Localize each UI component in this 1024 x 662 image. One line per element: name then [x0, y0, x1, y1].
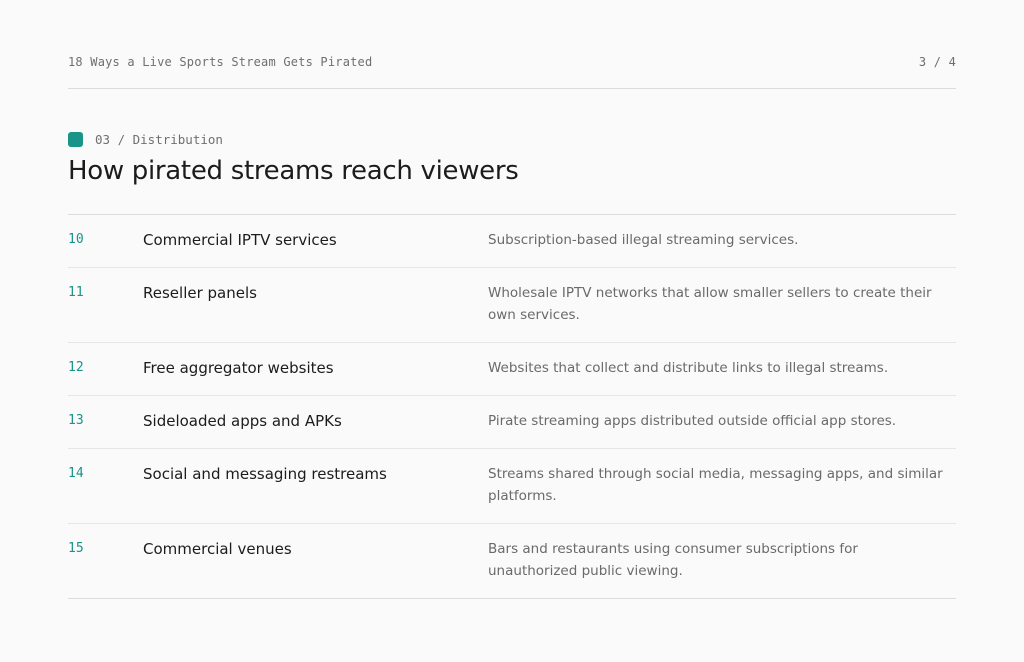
- row-name: Social and messaging restreams: [143, 465, 387, 483]
- row-name: Commercial venues: [143, 540, 292, 558]
- header-divider: [68, 88, 956, 89]
- row-description: Subscription-based illegal streaming ser…: [488, 232, 799, 248]
- table-row: 13 Sideloaded apps and APKs Pirate strea…: [68, 396, 956, 449]
- row-description: Websites that collect and distribute lin…: [488, 360, 889, 376]
- row-name: Reseller panels: [143, 284, 257, 302]
- section-tag: 03 / Distribution: [68, 131, 223, 147]
- row-name: Commercial IPTV services: [143, 231, 337, 249]
- table-row: 11 Reseller panels Wholesale IPTV networ…: [68, 268, 956, 343]
- row-description: Pirate streaming apps distributed outsid…: [488, 413, 897, 429]
- top-bar: 18 Ways a Live Sports Stream Gets Pirate…: [68, 55, 956, 73]
- section-label: 03 / Distribution: [95, 131, 223, 147]
- row-number: 15: [68, 541, 84, 556]
- table-row: 14 Social and messaging restreams Stream…: [68, 449, 956, 524]
- row-description: Bars and restaurants using consumer subs…: [488, 541, 858, 579]
- row-number: 10: [68, 232, 84, 247]
- document-title: 18 Ways a Live Sports Stream Gets Pirate…: [68, 55, 373, 69]
- row-name: Sideloaded apps and APKs: [143, 412, 342, 430]
- row-number: 12: [68, 360, 84, 375]
- row-number: 14: [68, 466, 84, 481]
- table-row: 12 Free aggregator websites Websites tha…: [68, 343, 956, 396]
- table-row: 10 Commercial IPTV services Subscription…: [68, 215, 956, 268]
- row-description: Wholesale IPTV networks that allow small…: [488, 285, 932, 323]
- row-number: 11: [68, 285, 84, 300]
- section-color-swatch: [68, 131, 83, 147]
- table-row: 15 Commercial venues Bars and restaurant…: [68, 524, 956, 599]
- distribution-table: 10 Commercial IPTV services Subscription…: [68, 214, 956, 599]
- row-name: Free aggregator websites: [143, 359, 334, 377]
- row-number: 13: [68, 413, 84, 428]
- page-indicator: 3 / 4: [918, 55, 956, 69]
- row-description: Streams shared through social media, mes…: [488, 466, 943, 504]
- section-heading: How pirated streams reach viewers: [68, 156, 519, 186]
